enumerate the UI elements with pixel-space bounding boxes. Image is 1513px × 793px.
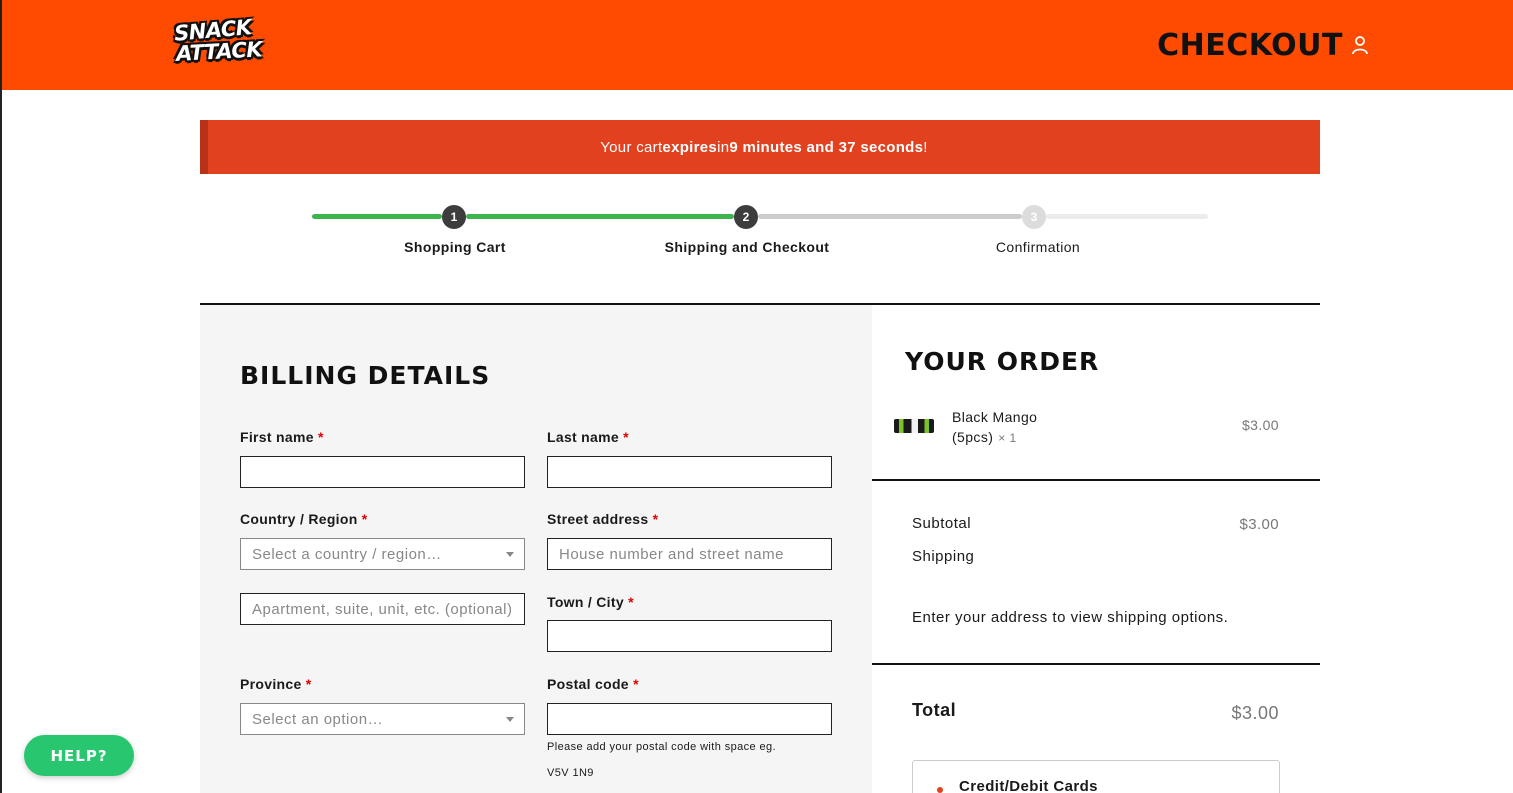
province-select-placeholder: Select an option… [252, 710, 384, 728]
order-item: Black Mango (5pcs) × 1 [952, 407, 1092, 448]
first-name-field[interactable] [240, 456, 525, 488]
progress-bar-segment-1 [312, 214, 442, 219]
postal-code-field[interactable] [547, 703, 832, 735]
country-select-placeholder: Select a country / region… [252, 545, 442, 563]
step-1-dot[interactable]: 1 [442, 205, 466, 229]
payment-method-label: Credit/Debit Cards [959, 778, 1098, 793]
province-label: Province * [240, 676, 312, 692]
help-button[interactable]: HELP? [24, 735, 134, 776]
order-title: YOUR ORDER [905, 347, 1100, 376]
logo-line-attack: ATTACK [175, 37, 263, 66]
street-address-label: Street address * [547, 511, 659, 527]
payment-method-option[interactable]: Credit/Debit Cards [912, 760, 1280, 793]
user-icon[interactable] [1350, 35, 1370, 55]
checkout-progress: 1 2 3 Shopping Cart Shipping and Checkou… [200, 200, 1320, 270]
timer-countdown: 9 minutes and 37 seconds [729, 138, 924, 156]
street-address-field[interactable] [547, 538, 832, 570]
billing-details-panel: BILLING DETAILS First name * Last name *… [200, 305, 872, 793]
country-select[interactable]: Select a country / region… [240, 538, 525, 570]
last-name-label: Last name * [547, 429, 629, 445]
radio-selected-icon[interactable] [937, 787, 943, 793]
country-label: Country / Region * [240, 511, 368, 527]
step-2-label: Shipping and Checkout [664, 239, 830, 255]
order-summary-panel: YOUR ORDER Black Mango (5pcs) × 1 $3.00 S… [872, 305, 1320, 793]
product-price: $3.00 [1241, 417, 1279, 433]
total-value: $3.00 [1231, 703, 1279, 723]
product-variant: (5pcs) [952, 429, 994, 445]
timer-suffix: ! [923, 138, 928, 156]
billing-title: BILLING DETAILS [240, 361, 491, 390]
step-2-dot: 2 [734, 205, 758, 229]
product-name: Black Mango [952, 409, 1038, 425]
order-divider-1 [872, 479, 1320, 481]
first-name-label: First name * [240, 429, 324, 445]
snack-attack-logo[interactable]: SNACK ATTACK [173, 15, 284, 72]
timer-middle: in [717, 138, 730, 156]
apartment-field[interactable] [240, 593, 525, 625]
town-city-label: Town / City * [547, 594, 634, 610]
chevron-down-icon [506, 552, 514, 557]
step-1-label[interactable]: Shopping Cart [404, 239, 506, 255]
order-divider-2 [872, 663, 1320, 665]
timer-prefix: Your cart [600, 138, 663, 156]
total-label: Total [912, 700, 957, 720]
product-quantity: × 1 [998, 431, 1017, 445]
progress-bar-segment-4 [1046, 214, 1208, 219]
subtotal-value: $3.00 [1239, 516, 1279, 533]
chevron-down-icon [506, 717, 514, 722]
site-header: SNACK ATTACK CHECKOUT [2, 0, 1513, 90]
postal-code-label: Postal code * [547, 676, 639, 692]
shipping-label: Shipping [912, 548, 975, 565]
postal-code-hint: Please add your postal code with space e… [547, 741, 776, 753]
subtotal-label: Subtotal [912, 515, 972, 532]
step-3-dot: 3 [1022, 205, 1046, 229]
progress-bar-segment-2 [466, 214, 734, 219]
page-title: CHECKOUT [1157, 28, 1343, 63]
product-thumbnail [894, 419, 934, 433]
cart-expiry-banner: Your cart expires in 9 minutes and 37 se… [200, 120, 1320, 174]
last-name-field[interactable] [547, 456, 832, 488]
shipping-note: Enter your address to view shipping opti… [912, 609, 1229, 626]
town-city-field[interactable] [547, 620, 832, 652]
step-3-label: Confirmation [995, 239, 1081, 255]
timer-expires: expires [662, 138, 718, 156]
province-select[interactable]: Select an option… [240, 703, 525, 735]
postal-code-example: V5V 1N9 [547, 767, 594, 779]
progress-bar-segment-3 [758, 214, 1022, 219]
